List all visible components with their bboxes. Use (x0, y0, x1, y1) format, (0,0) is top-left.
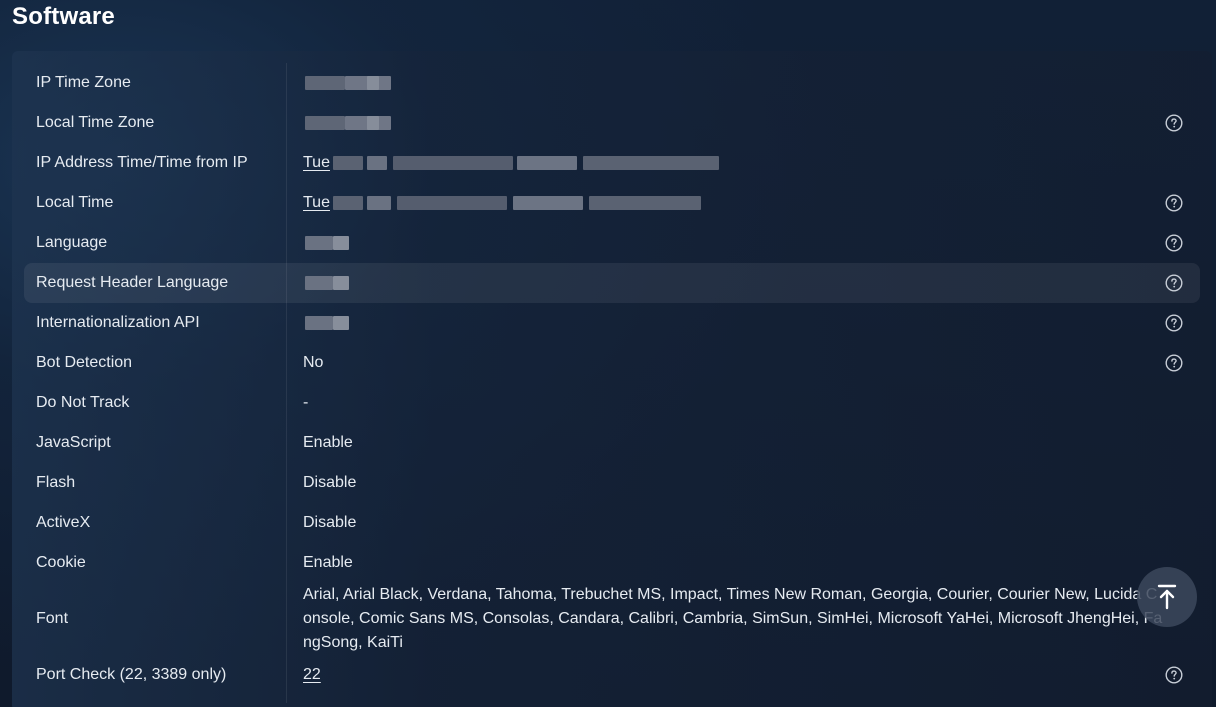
row-label: Language (36, 234, 108, 251)
row-flash: Flash Disable (24, 463, 1200, 503)
scroll-to-top-button[interactable] (1137, 567, 1197, 627)
activex-value: Disable (303, 514, 357, 531)
row-label: Local Time (36, 194, 114, 211)
row-label: Do Not Track (36, 394, 130, 411)
row-cookie: Cookie Enable (24, 543, 1200, 583)
font-list-value: Arial, Arial Black, Verdana, Tahoma, Tre… (303, 586, 1163, 651)
row-label: JavaScript (36, 434, 111, 451)
row-language: Language (24, 223, 1200, 263)
row-label: Port Check (22, 3389 only) (36, 666, 227, 683)
row-label: Request Header Language (36, 274, 229, 291)
row-label: Font (36, 610, 69, 627)
row-label: Local Time Zone (36, 114, 155, 131)
row-request-header-language: Request Header Language (24, 263, 1200, 303)
row-label: IP Address Time/Time from IP (36, 154, 248, 171)
row-internationalization-api: Internationalization API (24, 303, 1200, 343)
ip-address-time-link[interactable]: Tue (303, 143, 330, 183)
row-ip-address-time: IP Address Time/Time from IP Tue (24, 143, 1200, 183)
question-circle-icon[interactable] (1165, 354, 1183, 372)
row-local-time: Local Time Tue (24, 183, 1200, 223)
javascript-value: Enable (303, 434, 353, 451)
row-label: Flash (36, 474, 76, 491)
arrow-up-to-line-icon (1157, 584, 1177, 610)
section-title: Software (12, 3, 115, 30)
row-bot-detection: Bot Detection No (24, 343, 1200, 383)
row-activex: ActiveX Disable (24, 503, 1200, 543)
question-circle-icon[interactable] (1165, 666, 1183, 684)
local-time-link[interactable]: Tue (303, 183, 330, 223)
row-ip-time-zone: IP Time Zone (24, 63, 1200, 103)
row-do-not-track: Do Not Track - (24, 383, 1200, 423)
question-circle-icon[interactable] (1165, 194, 1183, 212)
do-not-track-value: - (303, 394, 309, 411)
row-javascript: JavaScript Enable (24, 423, 1200, 463)
software-panel: Software IP Time Zone Local Time Zone IP… (0, 0, 1216, 707)
question-circle-icon[interactable] (1165, 314, 1183, 332)
row-local-time-zone: Local Time Zone (24, 103, 1200, 143)
row-label: IP Time Zone (36, 74, 131, 91)
port-check-link[interactable]: 22 (303, 655, 321, 695)
row-label: ActiveX (36, 514, 91, 531)
row-port-check: Port Check (22, 3389 only) 22 (24, 655, 1200, 695)
row-label: Cookie (36, 554, 86, 571)
question-circle-icon[interactable] (1165, 274, 1183, 292)
row-font: Font Arial, Arial Black, Verdana, Tahoma… (24, 583, 1200, 655)
cookie-value: Enable (303, 554, 353, 571)
bot-detection-value: No (303, 354, 324, 371)
flash-value: Disable (303, 474, 357, 491)
question-circle-icon[interactable] (1165, 234, 1183, 252)
row-label: Internationalization API (36, 314, 200, 331)
question-circle-icon[interactable] (1165, 114, 1183, 132)
row-label: Bot Detection (36, 354, 133, 371)
